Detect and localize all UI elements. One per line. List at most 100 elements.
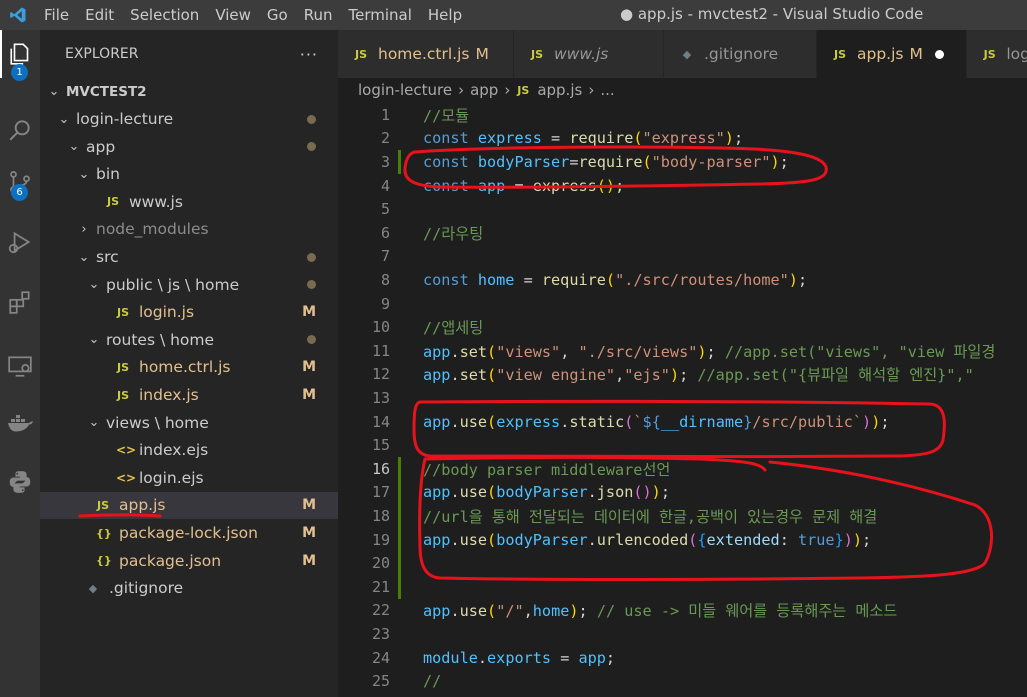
- code-token: bodyParser: [496, 483, 588, 502]
- code-token: //라우팅: [423, 224, 484, 243]
- code-line: 14 app.use(express.static(`${__dirname}/s…: [338, 410, 1027, 434]
- code-token: require: [541, 270, 606, 289]
- code-token: (: [487, 602, 497, 621]
- modified-dot-icon: [307, 252, 316, 262]
- project-root[interactable]: ⌄ MVCTEST2: [40, 78, 338, 105]
- menu-item-go[interactable]: Go: [259, 0, 296, 30]
- tab-gitignore[interactable]: ◆ .gitignore: [664, 30, 817, 78]
- line-number: 13: [371, 388, 390, 407]
- code-token: (: [487, 412, 497, 431]
- code-line: 25 //: [338, 669, 1027, 693]
- more-actions-icon[interactable]: ···: [300, 45, 318, 64]
- line-number: 12: [371, 365, 390, 384]
- tree-item[interactable]: <> login.ejs: [40, 464, 338, 491]
- tree-item[interactable]: ⌄ public \ js \ home: [40, 271, 338, 298]
- menu-item-edit[interactable]: Edit: [77, 0, 122, 30]
- python-icon[interactable]: [0, 458, 40, 506]
- tree-item-label: public \ js \ home: [106, 275, 240, 294]
- tree-item[interactable]: ⌄ login-lecture: [40, 106, 338, 133]
- menu-item-file[interactable]: File: [36, 0, 77, 30]
- code-token: ${: [642, 412, 661, 431]
- search-icon[interactable]: [0, 106, 40, 154]
- chevron-down-icon: ⌄: [48, 84, 60, 99]
- breadcrumb-item[interactable]: ...: [600, 81, 614, 99]
- code-token: const: [423, 176, 469, 195]
- tree-item[interactable]: JS home.ctrl.js M: [40, 354, 338, 381]
- tree-item-label: src: [96, 248, 119, 266]
- tree-item[interactable]: JS www.js: [40, 188, 338, 215]
- git-added-gutter-mark: [398, 574, 401, 599]
- chevron-down-icon: ⌄: [68, 139, 80, 155]
- tree-item[interactable]: ⌄ views \ home: [40, 409, 338, 436]
- code-token: "view engine": [496, 366, 616, 385]
- code-token: bodyParser: [477, 152, 570, 171]
- json-file-icon: {}: [96, 526, 112, 540]
- tree-item[interactable]: JS app.js M: [40, 491, 338, 519]
- js-file-icon: JS: [106, 195, 119, 209]
- tree-item[interactable]: ⌄ src: [40, 244, 338, 271]
- tree-item[interactable]: ⌄ routes \ home: [40, 326, 338, 353]
- git-added-gutter-mark: [398, 456, 401, 481]
- chevron-down-icon: ⌄: [88, 332, 100, 348]
- tab-log[interactable]: JS log: [967, 30, 1027, 78]
- unsaved-dot-icon[interactable]: [934, 49, 944, 59]
- chevron-right-icon: ›: [588, 81, 595, 99]
- code-token: ;: [880, 412, 890, 431]
- extensions-icon[interactable]: [0, 278, 40, 326]
- code-token: home: [532, 602, 570, 621]
- tab-app-js[interactable]: JS app.js M: [817, 30, 967, 78]
- menu-item-run[interactable]: Run: [296, 0, 341, 30]
- breadcrumb-item[interactable]: login-lecture: [358, 81, 452, 99]
- tree-item[interactable]: ◆ .gitignore: [40, 575, 338, 602]
- line-number: 18: [371, 506, 390, 525]
- tree-item[interactable]: {} package.json M: [40, 547, 338, 574]
- chevron-down-icon: ⌄: [78, 249, 90, 265]
- run-debug-icon[interactable]: [0, 218, 40, 266]
- tree-item[interactable]: JS index.js M: [40, 382, 338, 409]
- chevron-right-icon: ›: [458, 81, 465, 99]
- tab-home-ctrl-js[interactable]: JS home.ctrl.js M: [338, 30, 514, 78]
- tree-item[interactable]: ⌄ bin: [40, 161, 338, 188]
- explorer-header: EXPLORER ···: [40, 30, 338, 78]
- chevron-right-icon: ›: [504, 81, 511, 99]
- code-token: (: [642, 152, 652, 171]
- tree-item[interactable]: {} package-lock.json M: [40, 520, 338, 547]
- tree-item-label: .gitignore: [109, 579, 184, 598]
- code-line: 18 //url을 통해 전달되는 데이터에 한글,공백이 있는경우 문제 해결: [338, 503, 1027, 528]
- tree-item[interactable]: ⌄ app: [40, 133, 338, 160]
- git-status-badge: M: [302, 304, 316, 321]
- js-file-icon: JS: [116, 305, 129, 319]
- explorer-sidebar: EXPLORER ··· ⌄ MVCTEST2 ⌄ login-lecture ⌄ a…: [40, 30, 338, 697]
- code-editor[interactable]: 1//모듈 2 const express = require("express")…: [338, 102, 1027, 697]
- code-token: .: [450, 530, 460, 549]
- docker-icon[interactable]: [0, 398, 40, 446]
- code-token: .: [450, 412, 460, 431]
- code-token: ): [843, 530, 853, 549]
- code-token: require: [569, 129, 634, 148]
- tree-item[interactable]: JS login.js M: [40, 299, 338, 326]
- code-token: }: [834, 530, 844, 549]
- breadcrumb-item[interactable]: app: [470, 81, 498, 99]
- code-token: =: [551, 648, 579, 667]
- breadcrumb-item[interactable]: app.js: [537, 81, 582, 99]
- menu-item-terminal[interactable]: Terminal: [341, 0, 420, 30]
- git-status-badge: M: [909, 45, 923, 63]
- menu-item-help[interactable]: Help: [420, 0, 470, 30]
- modified-dot-icon: [307, 114, 316, 124]
- gitignore-file-icon: ◆: [682, 47, 692, 61]
- line-number: 3: [380, 152, 390, 171]
- remote-explorer-icon[interactable]: [0, 342, 40, 390]
- code-text: const home = require("./src/routes/home"…: [423, 271, 807, 289]
- code-token: /src/public`: [752, 412, 863, 431]
- code-text: module.exports = app;: [423, 649, 615, 667]
- code-text: //url을 통해 전달되는 데이터에 한글,공백이 있는경우 문제 해결: [423, 505, 877, 527]
- code-text: const app = express();: [423, 177, 624, 195]
- tree-item[interactable]: <> index.ejs: [40, 437, 338, 464]
- tree-item[interactable]: › node_modules: [40, 216, 338, 243]
- tab-www-js[interactable]: JS www.js: [514, 30, 664, 78]
- git-added-gutter-mark: [398, 480, 401, 505]
- menu-item-view[interactable]: View: [207, 0, 259, 30]
- code-token: ;: [733, 129, 744, 148]
- menu-item-selection[interactable]: Selection: [122, 0, 207, 30]
